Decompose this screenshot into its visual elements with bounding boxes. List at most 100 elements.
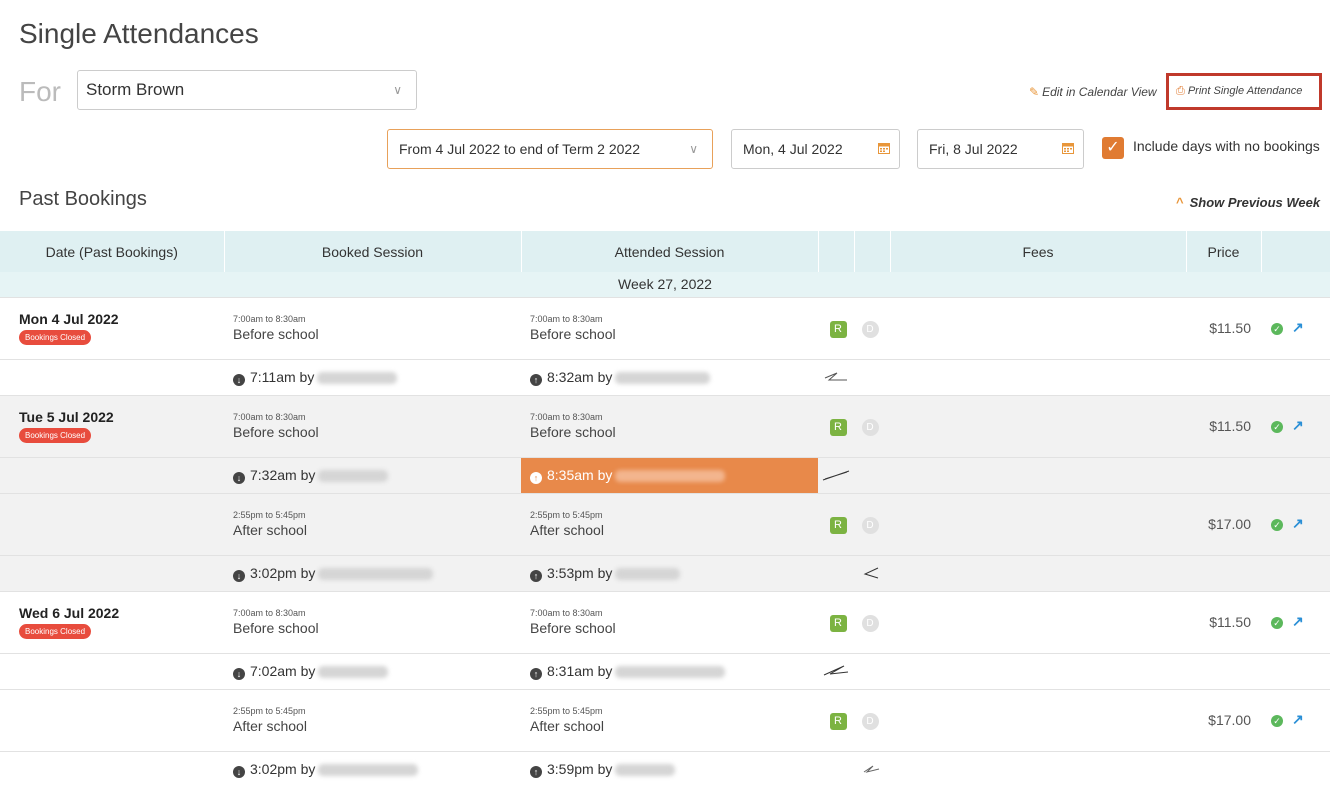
col-signature-header xyxy=(854,231,891,272)
empty-cell xyxy=(0,456,224,493)
arrow-up-circle-icon: ↑ xyxy=(530,373,542,386)
chevron-down-icon: ∨ xyxy=(393,83,402,97)
booked-session: 7:00am to 8:30am Before school xyxy=(224,296,521,359)
d-badge: D xyxy=(861,418,879,436)
price-cell: $17.00 xyxy=(1186,492,1261,555)
signature-image xyxy=(863,765,880,774)
chevron-down-icon: ∨ xyxy=(689,142,698,156)
arrow-down-circle-icon: ↓ xyxy=(233,765,245,778)
redacted-name xyxy=(318,764,419,777)
calendar-icon xyxy=(878,143,890,154)
table-row: 2:55pm to 5:45pm After school 2:55pm to 5… xyxy=(0,492,1330,555)
session-time: 7:00am to 8:30am xyxy=(233,314,306,324)
printer-icon: ⎙ xyxy=(1176,85,1185,97)
arrow-up-circle-icon: ↑ xyxy=(530,765,542,778)
print-single-attendance-button[interactable]: ⎙ Print Single Attendance xyxy=(1166,73,1322,110)
r-badge: R xyxy=(829,614,847,632)
date-cell: Mon 4 Jul 2022 Bookings Closed xyxy=(0,296,224,359)
arrow-up-circle-icon: ↑ xyxy=(530,667,542,680)
table-row: ↓ 3:02pm by ↑ 3:53pm by xyxy=(0,554,1330,591)
student-select-value: Storm Brown xyxy=(86,80,185,99)
arrow-down-circle-icon: ↓ xyxy=(233,471,245,484)
attended-session: 7:00am to 8:30am Before school xyxy=(521,394,818,457)
signature-cell xyxy=(854,554,890,591)
booked-session: 7:00am to 8:30am Before school xyxy=(224,394,521,457)
sign-out-time: 8:32am by xyxy=(547,368,613,385)
arrow-down-circle-icon: ↓ xyxy=(233,667,245,680)
redacted-name xyxy=(615,567,681,580)
show-previous-week-link[interactable]: ^ Show Previous Week xyxy=(1176,195,1320,210)
edit-calendar-label: Edit in Calendar View xyxy=(1042,85,1157,99)
actions-cell: ✓ ↗ xyxy=(1261,590,1330,653)
pencil-icon: ✎ xyxy=(1029,85,1040,99)
edit-calendar-link[interactable]: ✎ Edit in Calendar View xyxy=(1029,85,1157,99)
date-range-select[interactable]: From 4 Jul 2022 to end of Term 2 2022 ∨ xyxy=(387,129,713,169)
redacted-name xyxy=(615,764,676,777)
col-status-header xyxy=(818,231,855,272)
signature-image xyxy=(824,372,847,381)
attended-session: 7:00am to 8:30am Before school xyxy=(521,590,818,653)
for-label: For xyxy=(19,76,61,107)
session-time: 7:00am to 8:30am xyxy=(530,608,603,618)
sign-out-cell: ↑ 8:32am by xyxy=(521,358,818,395)
r-badge: R xyxy=(829,320,847,338)
checkmark-icon: ✓ xyxy=(1106,139,1120,156)
table-row: Wed 6 Jul 2022 Bookings Closed 7:00am to… xyxy=(0,590,1330,653)
sign-in-time: 7:32am by xyxy=(250,466,316,483)
session-time: 2:55pm to 5:45pm xyxy=(233,510,306,520)
date-to-input[interactable]: Fri, 8 Jul 2022 xyxy=(917,129,1084,169)
fees-cell xyxy=(890,590,1186,653)
sign-out-time: 8:31am by xyxy=(547,662,613,679)
print-label: Print Single Attendance xyxy=(1187,85,1303,97)
redacted-name xyxy=(318,665,389,678)
table-row: ↓ 7:02am by ↑ 8:31am by xyxy=(0,652,1330,689)
r-badge: R xyxy=(829,712,847,730)
sign-in-cell: ↓ 7:32am by xyxy=(224,456,521,493)
sign-in-time: 3:02pm by xyxy=(250,760,316,777)
sign-in-time: 3:02pm by xyxy=(250,564,316,581)
external-link-icon[interactable]: ↗ xyxy=(1292,613,1304,630)
status-cell: RD xyxy=(818,590,890,653)
date-from-input[interactable]: Mon, 4 Jul 2022 xyxy=(731,129,900,169)
d-badge: D xyxy=(861,614,879,632)
external-link-icon[interactable]: ↗ xyxy=(1292,515,1304,532)
r-badge: R xyxy=(829,418,847,436)
status-badge: Bookings Closed xyxy=(19,330,92,345)
table-row: 2:55pm to 5:45pm After school 2:55pm to 5… xyxy=(0,688,1330,751)
attended-session: 7:00am to 8:30am Before school xyxy=(521,296,818,359)
signature-image xyxy=(863,567,879,579)
include-days-label: Include days with no bookings xyxy=(1133,138,1320,154)
session-name: Before school xyxy=(530,620,616,636)
col-price-header: Price xyxy=(1186,231,1262,272)
empty-cell xyxy=(0,652,224,689)
arrow-down-circle-icon: ↓ xyxy=(233,569,245,582)
table-row: ↓ 7:32am by ↑ 8:35am by xyxy=(0,456,1330,493)
sign-in-time: 7:02am by xyxy=(250,662,316,679)
check-circle-icon: ✓ xyxy=(1271,715,1283,727)
status-badge: Bookings Closed xyxy=(19,428,92,443)
fees-cell xyxy=(890,688,1186,751)
student-select[interactable]: Storm Brown ∨ xyxy=(77,70,417,110)
arrow-down-circle-icon: ↓ xyxy=(233,373,245,386)
signature-cell xyxy=(818,652,854,689)
d-badge: D xyxy=(861,516,879,534)
redacted-name xyxy=(615,665,726,678)
redacted-name xyxy=(318,567,434,580)
date-cell xyxy=(0,492,224,555)
sign-in-time: 7:11am by xyxy=(250,368,315,385)
col-fees-header: Fees xyxy=(890,231,1187,272)
session-time: 7:00am to 8:30am xyxy=(233,412,306,422)
date-label: Wed 6 Jul 2022 xyxy=(19,605,120,621)
date-to-value: Fri, 8 Jul 2022 xyxy=(929,141,1018,157)
session-name: After school xyxy=(233,718,307,734)
external-link-icon[interactable]: ↗ xyxy=(1292,417,1304,434)
include-days-checkbox[interactable]: ✓ xyxy=(1102,137,1124,159)
external-link-icon[interactable]: ↗ xyxy=(1292,711,1304,728)
r-badge: R xyxy=(829,516,847,534)
status-cell: RD xyxy=(818,394,890,457)
external-link-icon[interactable]: ↗ xyxy=(1292,319,1304,336)
table-row: Mon 4 Jul 2022 Bookings Closed 7:00am to… xyxy=(0,296,1330,359)
session-name: Before school xyxy=(233,326,319,342)
session-time: 2:55pm to 5:45pm xyxy=(233,706,306,716)
col-attended-header: Attended Session xyxy=(521,231,819,272)
